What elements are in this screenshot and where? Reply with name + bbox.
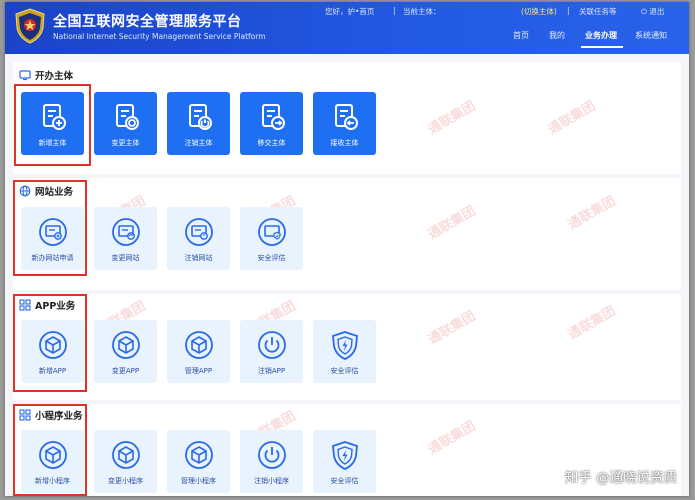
app-cube-icon bbox=[184, 441, 213, 469]
tile-label: 变更网站 bbox=[111, 254, 140, 262]
browser-frame: 全国互联网安全管理服务平台 National Internet Security… bbox=[5, 2, 689, 496]
tile-change-subject[interactable]: 变更主体 bbox=[94, 92, 157, 155]
tile-label: 变更小程序 bbox=[108, 477, 143, 485]
tile-miniprogram-security[interactable]: 安全评估 bbox=[313, 430, 376, 493]
highlight-box bbox=[14, 84, 91, 166]
app-cube-icon bbox=[111, 331, 140, 359]
nav-business[interactable]: 业务办理 bbox=[585, 30, 617, 41]
greeting-link[interactable]: 您好，护•首页 bbox=[325, 6, 374, 17]
logout-label: 退出 bbox=[649, 7, 665, 16]
main-nav: 首页 我的 业务办理 系统通知 bbox=[5, 28, 689, 48]
power-icon bbox=[257, 331, 286, 359]
security-assessment-icon bbox=[257, 218, 286, 246]
shield-bolt-icon bbox=[331, 441, 358, 470]
tile-manage-app[interactable]: 管理APP bbox=[167, 320, 230, 383]
app-cube-icon bbox=[111, 441, 140, 469]
tile-app-security[interactable]: 安全评估 bbox=[313, 320, 376, 383]
change-website-icon bbox=[111, 218, 140, 246]
power-icon bbox=[257, 441, 286, 469]
tile-label: 安全评估 bbox=[330, 367, 359, 375]
highlight-box bbox=[13, 404, 87, 496]
divider: | bbox=[393, 6, 396, 15]
cancel-website-icon bbox=[184, 218, 213, 246]
highlight-box bbox=[13, 294, 87, 392]
tile-receive-subject[interactable]: 接收主体 bbox=[313, 92, 376, 155]
tile-label: 注销小程序 bbox=[254, 477, 289, 485]
divider: | bbox=[567, 6, 570, 15]
nav-notifications[interactable]: 系统通知 bbox=[635, 30, 667, 41]
tile-label: 变更主体 bbox=[111, 139, 140, 147]
tile-label: 管理小程序 bbox=[181, 477, 216, 485]
tile-manage-miniprogram[interactable]: 管理小程序 bbox=[167, 430, 230, 493]
tile-label: 安全评估 bbox=[257, 254, 286, 262]
tile-change-app[interactable]: 变更APP bbox=[94, 320, 157, 383]
nav-mine[interactable]: 我的 bbox=[549, 30, 565, 41]
transfer-document-icon bbox=[261, 104, 285, 130]
cancel-document-icon bbox=[188, 104, 212, 130]
monitor-icon bbox=[19, 70, 31, 81]
tasks-link[interactable]: 关联任务等 bbox=[579, 6, 617, 17]
header-bar: 全国互联网安全管理服务平台 National Internet Security… bbox=[5, 2, 689, 54]
change-document-icon bbox=[115, 104, 139, 130]
receive-document-icon bbox=[334, 104, 358, 130]
tile-label: 注销APP bbox=[257, 367, 286, 375]
current-subject-label: 当前主体： bbox=[403, 7, 441, 16]
tile-label: 注销网站 bbox=[184, 254, 213, 262]
switch-subject-link[interactable]: (切换主体) bbox=[521, 6, 557, 17]
logout-link[interactable]: ⏻ 退出 bbox=[641, 6, 664, 17]
top-user-bar: 您好，护•首页 | 当前主体： (切换主体) | 关联任务等 ⏻ 退出 bbox=[323, 6, 683, 18]
tile-label: 变更APP bbox=[111, 367, 140, 375]
highlight-box bbox=[13, 180, 87, 276]
tile-website-security[interactable]: 安全评估 bbox=[240, 207, 303, 270]
tile-transfer-subject[interactable]: 移交主体 bbox=[240, 92, 303, 155]
nav-home[interactable]: 首页 bbox=[513, 30, 529, 41]
tile-label: 安全评估 bbox=[330, 477, 359, 485]
active-nav-indicator bbox=[581, 46, 623, 48]
tile-change-miniprogram[interactable]: 变更小程序 bbox=[94, 430, 157, 493]
tile-cancel-subject[interactable]: 注销主体 bbox=[167, 92, 230, 155]
tile-cancel-app[interactable]: 注销APP bbox=[240, 320, 303, 383]
zhihu-credit-watermark: 知乎 @通晓说资质 bbox=[564, 470, 677, 486]
tile-label: 接收主体 bbox=[330, 139, 359, 147]
tile-label: 管理APP bbox=[184, 367, 213, 375]
tile-label: 注销主体 bbox=[184, 139, 213, 147]
section-title-subject: 开办主体 bbox=[19, 68, 73, 82]
app-cube-icon bbox=[184, 331, 213, 359]
tile-cancel-miniprogram[interactable]: 注销小程序 bbox=[240, 430, 303, 493]
tile-cancel-website[interactable]: 注销网站 bbox=[167, 207, 230, 270]
tile-change-website[interactable]: 变更网站 bbox=[94, 207, 157, 270]
tile-label: 移交主体 bbox=[257, 139, 286, 147]
section-title-text: 开办主体 bbox=[35, 71, 74, 82]
shield-bolt-icon bbox=[331, 331, 358, 360]
